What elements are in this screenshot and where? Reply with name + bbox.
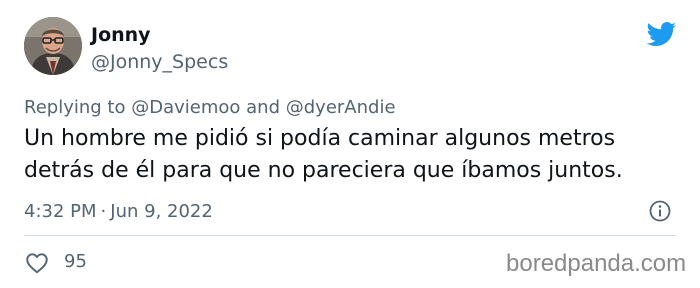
timestamp-separator: ·: [100, 201, 107, 222]
tweet-card: Jonny @Jonny_Specs Replying to @Daviemoo…: [0, 0, 700, 288]
mention-link-daviemoo[interactable]: @Daviemoo: [131, 97, 240, 118]
reply-prefix: Replying to: [24, 97, 126, 118]
divider: [24, 235, 676, 236]
author-handle[interactable]: @Jonny_Specs: [91, 48, 228, 76]
twitter-bird-icon[interactable]: [646, 22, 677, 47]
info-icon[interactable]: [648, 199, 672, 223]
tweet-text: Un hombre me pidió si podía caminar algu…: [24, 126, 623, 183]
avatar[interactable]: [24, 17, 82, 75]
watermark: boredpanda.com: [506, 250, 687, 277]
reply-conjunction: and: [246, 97, 281, 118]
tweet-time: 4:32 PM: [24, 201, 97, 222]
mention-link-dyerandie[interactable]: @dyerAndie: [286, 97, 396, 118]
like-count: 95: [64, 251, 87, 272]
reply-context: Replying to @Daviemoo and @dyerAndie: [24, 94, 396, 122]
tweet-date: Jun 9, 2022: [110, 201, 213, 222]
author-display-name[interactable]: Jonny: [91, 21, 151, 49]
heart-icon: [26, 253, 48, 274]
tweet-timestamp[interactable]: 4:32 PM · Jun 9, 2022: [24, 198, 213, 226]
